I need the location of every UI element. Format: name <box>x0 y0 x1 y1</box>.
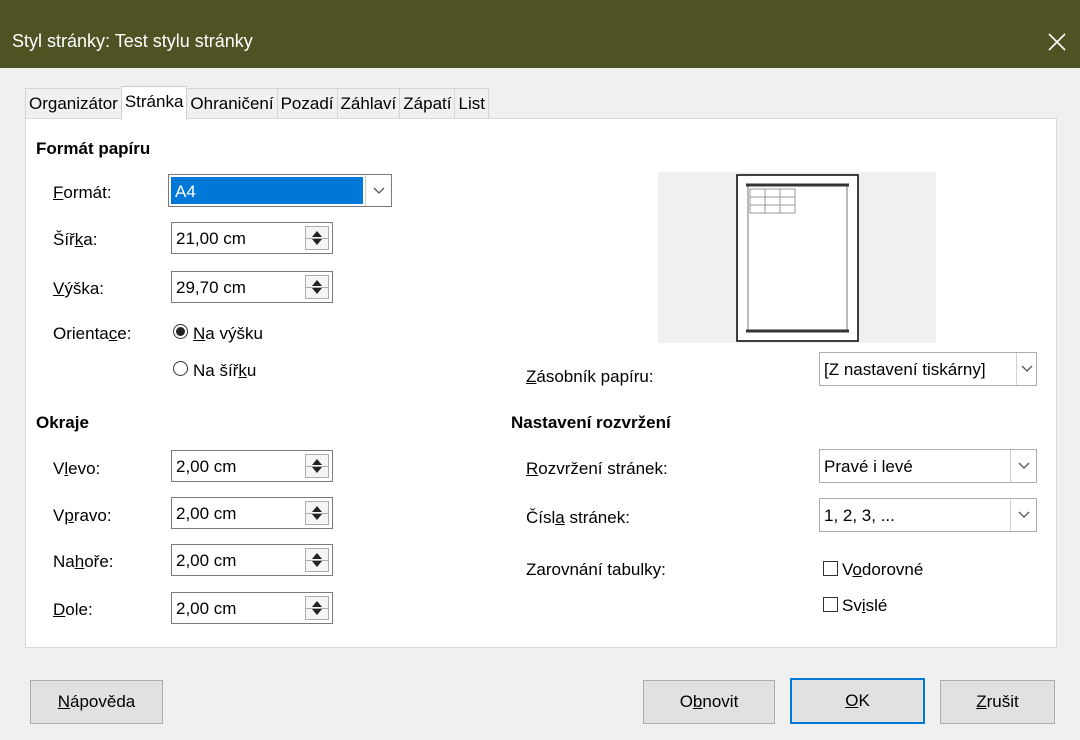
height-label: Výška: <box>53 279 105 298</box>
page-numbers-dropdown-button[interactable] <box>1010 499 1036 531</box>
tab-organizer[interactable]: Organizátor <box>25 88 122 119</box>
close-button[interactable] <box>1034 20 1080 64</box>
chevron-down-icon <box>1018 462 1029 469</box>
chevron-down-icon <box>373 187 384 194</box>
width-value: 21,00 cm <box>176 229 246 248</box>
reset-button-label: Obnovit <box>679 692 739 711</box>
window-title: Styl stránky: Test stylu stránky <box>12 31 253 51</box>
help-button[interactable]: Nápověda <box>30 680 163 724</box>
margin-left-spinner[interactable] <box>305 454 329 478</box>
margin-right-value: 2,00 cm <box>176 504 237 523</box>
margin-right-field[interactable]: 2,00 cm <box>171 497 333 529</box>
format-selection-highlight <box>171 177 363 204</box>
paper-tray-value: [Z nastavení tiskárny] <box>824 360 986 379</box>
cancel-button-label: Zrušit <box>976 692 1019 711</box>
margin-right-label: Vpravo: <box>53 506 112 525</box>
format-label: Formát: <box>53 183 112 202</box>
horizontal-checkbox[interactable] <box>823 561 838 576</box>
paper-tray-dropdown[interactable]: [Z nastavení tiskárny] <box>819 352 1037 386</box>
height-field[interactable]: 29,70 cm <box>171 271 333 303</box>
page-layout-dropdown-button[interactable] <box>1010 450 1036 482</box>
page-numbers-value: 1, 2, 3, ... <box>824 506 895 525</box>
horizontal-label[interactable]: Vodorovné <box>842 560 923 580</box>
page-tab-panel: Formát papíru Formát: A4 Šířka: 21,00 cm… <box>25 118 1057 648</box>
tab-borders[interactable]: Ohraničení <box>186 88 278 119</box>
width-field[interactable]: 21,00 cm <box>171 222 333 254</box>
format-dropdown-button[interactable] <box>365 175 391 206</box>
help-button-label: Nápověda <box>57 692 136 711</box>
margin-top-label: Nahoře: <box>53 552 114 571</box>
portrait-label[interactable]: Na výšku <box>193 324 263 344</box>
landscape-label[interactable]: Na šířku <box>193 361 256 381</box>
margins-heading: Okraje <box>36 413 89 432</box>
close-icon <box>1048 33 1066 51</box>
format-value: A4 <box>175 182 196 201</box>
ok-button[interactable]: OK <box>790 678 925 724</box>
orientation-label: Orientace: <box>53 324 132 343</box>
margin-bottom-label: Dole: <box>53 600 93 619</box>
page-preview <box>658 172 936 343</box>
cancel-button[interactable]: Zrušit <box>940 680 1055 724</box>
tab-bar: Organizátor Stránka Ohraničení Pozadí Zá… <box>25 86 489 120</box>
landscape-radio[interactable] <box>173 361 188 376</box>
page-numbers-label: Čísla stránek: <box>526 508 630 527</box>
layout-settings-heading: Nastavení rozvržení <box>511 413 671 432</box>
margin-bottom-field[interactable]: 2,00 cm <box>171 592 333 624</box>
margin-left-label: Vlevo: <box>53 459 101 478</box>
page-layout-value: Pravé i levé <box>824 457 913 476</box>
page-numbers-dropdown[interactable]: 1, 2, 3, ... <box>819 498 1037 532</box>
paper-tray-label: Zásobník papíru: <box>526 367 654 386</box>
vertical-label[interactable]: Svislé <box>842 596 887 616</box>
tab-footer[interactable]: Zápatí <box>399 88 456 119</box>
page-layout-label: Rozvržení stránek: <box>526 459 668 478</box>
portrait-radio[interactable] <box>173 324 188 339</box>
vertical-checkbox[interactable] <box>823 597 838 612</box>
margin-top-spinner[interactable] <box>305 548 329 572</box>
height-spinner[interactable] <box>305 275 329 299</box>
margin-bottom-spinner[interactable] <box>305 596 329 620</box>
tab-background[interactable]: Pozadí <box>276 88 338 119</box>
reset-button[interactable]: Obnovit <box>643 680 775 724</box>
page-layout-dropdown[interactable]: Pravé i levé <box>819 449 1037 483</box>
tab-page[interactable]: Stránka <box>120 86 188 120</box>
margin-top-value: 2,00 cm <box>176 551 237 570</box>
margin-bottom-value: 2,00 cm <box>176 599 237 618</box>
title-bar: Styl stránky: Test stylu stránky <box>0 0 1080 68</box>
tab-sheet[interactable]: List <box>454 88 489 119</box>
paper-format-heading: Formát papíru <box>36 139 151 158</box>
paper-tray-dropdown-button[interactable] <box>1016 353 1036 385</box>
width-label: Šířka: <box>53 230 98 249</box>
margin-top-field[interactable]: 2,00 cm <box>171 544 333 576</box>
table-alignment-label: Zarovnání tabulky: <box>526 560 666 579</box>
chevron-down-icon <box>1018 511 1029 518</box>
margin-right-spinner[interactable] <box>305 501 329 525</box>
margin-left-value: 2,00 cm <box>176 457 237 476</box>
margin-left-field[interactable]: 2,00 cm <box>171 450 333 482</box>
page-preview-icon <box>736 174 859 342</box>
ok-button-label: OK <box>845 691 870 710</box>
tab-header[interactable]: Záhlaví <box>336 88 401 119</box>
height-value: 29,70 cm <box>176 278 246 297</box>
format-dropdown[interactable]: A4 <box>168 174 392 207</box>
chevron-down-icon <box>1021 365 1032 372</box>
width-spinner[interactable] <box>305 226 329 250</box>
